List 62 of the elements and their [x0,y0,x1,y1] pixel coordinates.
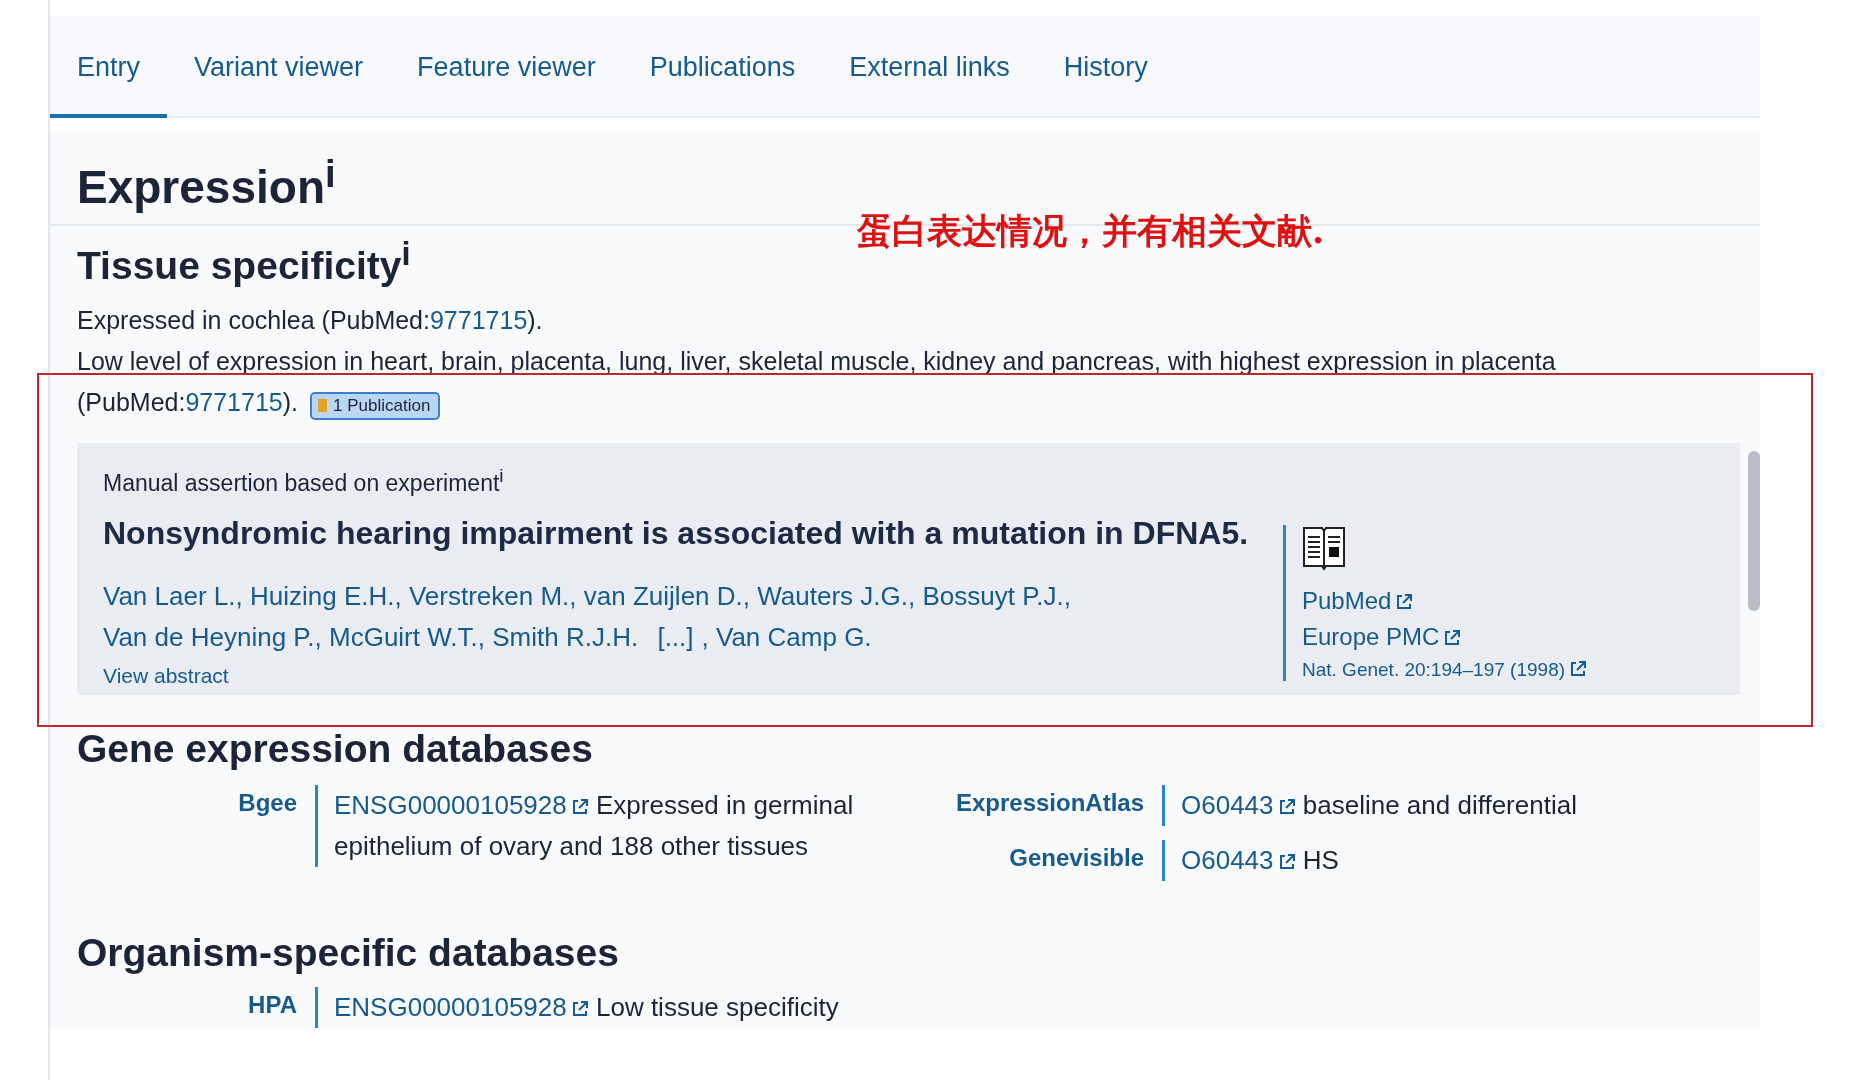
author-link[interactable]: Bossuyt P.J. [922,581,1064,611]
evidence-label: Manual assertion based on experiment$^{i}$ [103,465,505,497]
document-icon [1302,525,1346,572]
external-link-icon [570,798,589,817]
author-link[interactable]: Smith R.J.H. [492,622,639,652]
bookmark-icon [318,399,327,413]
external-link-icon [1277,798,1296,817]
database-entry: O60443 HS [1181,845,1339,876]
publication-badge[interactable]: 1 Publication [310,392,441,421]
database-entry: ENSG00000105928 Expressed in germinal epithelium of ovary and 188 other tissues [334,790,854,862]
author-link[interactable]: McGuirt W.T. [329,622,478,652]
separator: , [701,622,709,652]
author-link[interactable]: Huizing E.H. [250,581,395,611]
database-name: ExpressionAtlas [954,788,1145,819]
scrollbar[interactable] [1748,451,1760,612]
view-abstract-link[interactable]: View abstract [103,664,229,688]
author-link[interactable]: Van Laer L. [103,581,236,611]
separator: , [235,581,243,611]
database-id-link[interactable]: ENSG00000105928 [334,790,589,821]
separator: , [314,622,322,652]
database-id-link[interactable]: O60443 [1181,845,1296,876]
external-link[interactable]: PubMed [1302,587,1414,616]
external-link-icon [1395,593,1414,612]
tab[interactable]: History [1036,16,1175,118]
external-link-icon [1569,660,1588,679]
author-link[interactable]: Van Camp G. [716,622,872,652]
pubmed-id-link[interactable]: 9771715 [185,388,283,417]
database-id-link[interactable]: ENSG00000105928 [334,992,589,1023]
subsection-heading: Organism-specific databases [77,931,619,976]
external-link-icon [570,1000,589,1019]
separator: , [394,581,402,611]
external-link-icon [1443,629,1462,648]
publication-title: Nonsyndromic hearing impairment is associated with a mutation in DFNA5. [103,515,1250,552]
tab[interactable]: Publications [622,16,823,118]
external-link[interactable]: Europe PMC [1302,623,1462,652]
subsection-heading: Tissue specificity$^{i}$ [77,236,411,289]
author-link[interactable]: Van de Heyning P. [103,622,315,652]
separator: , [908,581,916,611]
database-name: Bgee [237,788,298,819]
tab[interactable]: Variant viewer [167,16,391,118]
database-name: HPA [247,990,298,1021]
pubmed-id-link[interactable]: 9771715 [429,306,528,335]
separator: , [569,581,577,611]
author-link[interactable]: van Zuijlen D. [583,581,743,611]
author-link[interactable]: Wauters J.G. [757,581,908,611]
database-id-link[interactable]: O60443 [1181,790,1296,821]
database-entry: O60443 baseline and differential [1181,790,1577,821]
database-entry: ENSG00000105928 Low tissue specificity [334,992,839,1023]
more-authors-link[interactable]: [...] [657,622,694,652]
journal-citation-link[interactable]: Nat. Genet. 20:194–197 (1998) [1302,659,1588,682]
tab[interactable]: Feature viewer [390,16,623,118]
paragraph: Low level of expression in heart, brain, placenta, lung, liver, skeletal muscle, kidney and pancreas, with highest expression in placenta (PubMed:9771715). 1 Publication [77,341,1737,424]
subsection-heading: Gene expression databases [77,727,593,772]
separator: , [1063,581,1071,611]
paragraph: Expressed in cochlea (PubMed:9771715). [77,305,544,337]
tab[interactable]: Entry [50,16,168,118]
database-name: Genevisible [1008,843,1145,874]
separator: , [477,622,485,652]
author-link[interactable]: Verstreken M. [408,581,570,611]
external-link-icon [1277,853,1296,872]
tab[interactable]: External links [822,16,1037,118]
separator: , [742,581,751,611]
